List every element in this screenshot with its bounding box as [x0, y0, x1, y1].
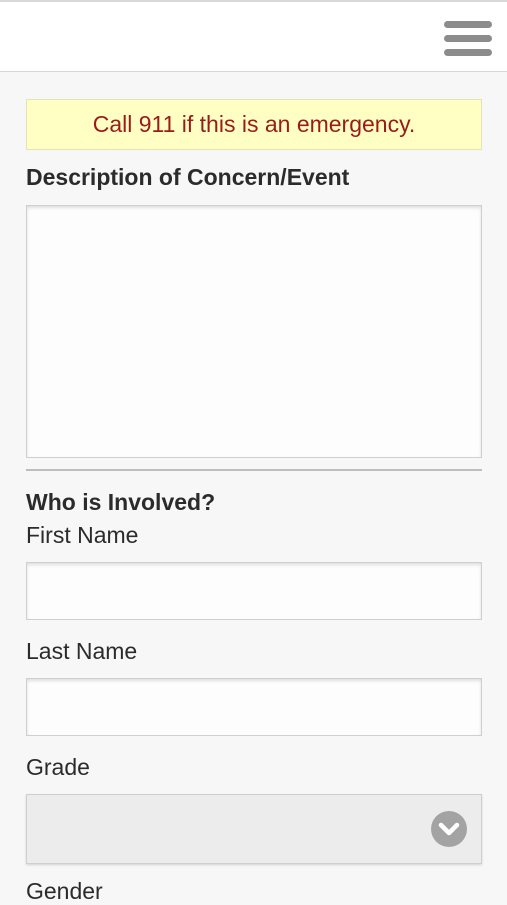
grade-label: Grade	[26, 754, 90, 780]
first-name-label: First Name	[26, 522, 139, 548]
grade-select[interactable]	[26, 794, 482, 864]
hamburger-menu-icon	[444, 21, 492, 28]
section-divider	[26, 469, 482, 471]
top-navigation-bar	[0, 0, 507, 72]
first-name-input[interactable]	[26, 562, 482, 620]
emergency-notice-banner: Call 911 if this is an emergency.	[26, 99, 482, 150]
description-label: Description of Concern/Event	[26, 164, 350, 190]
last-name-input[interactable]	[26, 678, 482, 736]
who-is-involved-heading: Who is Involved?	[26, 489, 216, 515]
hamburger-menu-icon	[444, 35, 492, 42]
gender-label: Gender	[26, 878, 103, 904]
hamburger-menu-button[interactable]	[444, 20, 492, 60]
description-textarea[interactable]	[26, 205, 482, 458]
last-name-label: Last Name	[26, 638, 138, 664]
chevron-down-icon	[431, 811, 467, 847]
hamburger-menu-icon	[444, 49, 492, 56]
